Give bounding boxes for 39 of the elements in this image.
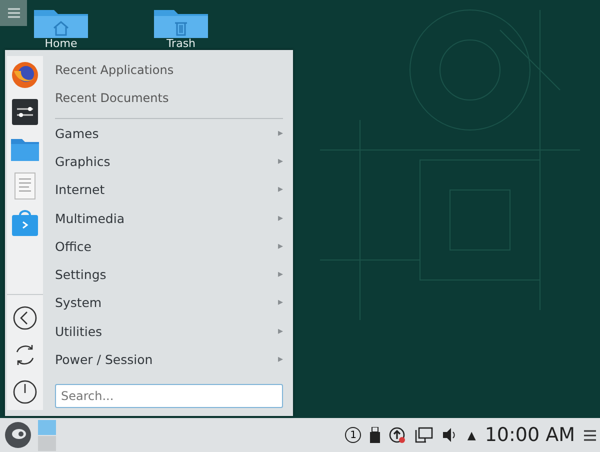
network-monitor-icon[interactable] (415, 427, 434, 443)
desktop-icon-label[interactable]: Trash (166, 38, 196, 50)
category-menu-item[interactable]: Multimedia (55, 210, 124, 226)
globe-fox-icon[interactable] (11, 60, 39, 88)
category-menu-item[interactable]: Power / Session (55, 352, 153, 368)
notification-count[interactable]: 1 (345, 427, 362, 443)
shopping-bag-icon[interactable] (12, 210, 38, 236)
submenu-arrow-icon: ▸ (278, 269, 283, 280)
desktop-toolbox-button[interactable] (0, 0, 27, 26)
power-icon[interactable] (13, 380, 37, 404)
submenu-arrow-icon: ▸ (278, 354, 283, 366)
category-menu-item[interactable]: System (55, 295, 102, 310)
recent-menu-item[interactable]: Recent Applications (55, 58, 283, 86)
back-icon[interactable] (13, 306, 37, 330)
category-menu-item[interactable]: Office (55, 238, 92, 254)
submenu-arrow-icon: ▸ (278, 297, 283, 308)
menu-icon[interactable] (584, 430, 596, 440)
submenu-arrow-icon: ▸ (278, 156, 283, 167)
sliders-icon[interactable] (12, 98, 38, 124)
submenu-arrow-icon: ▸ (278, 184, 283, 196)
desktop-icon-label[interactable]: Home (44, 38, 78, 50)
category-menu-item[interactable]: Graphics (55, 154, 110, 169)
document-icon[interactable] (14, 172, 36, 200)
folder-icon[interactable] (153, 8, 209, 38)
category-menu-item[interactable]: Settings (55, 267, 106, 282)
usb-drive-icon[interactable] (370, 427, 380, 443)
tray-expand-arrow[interactable]: ▲ (467, 428, 476, 442)
folder-icon[interactable] (33, 8, 89, 38)
category-menu-item[interactable]: Utilities (55, 324, 102, 339)
submenu-arrow-icon: ▸ (278, 240, 283, 252)
search-field[interactable]: Search... (55, 384, 283, 408)
submenu-arrow-icon: ▸ (278, 128, 283, 139)
clock[interactable]: 10:00 AM (484, 424, 575, 446)
submenu-arrow-icon: ▸ (278, 326, 283, 337)
category-menu-item[interactable]: Games (55, 126, 99, 141)
folder-icon[interactable] (11, 136, 39, 160)
recent-menu-item[interactable]: Recent Documents (55, 86, 283, 114)
category-menu-item[interactable]: Internet (55, 182, 105, 198)
submenu-arrow-icon: ▸ (278, 212, 283, 224)
